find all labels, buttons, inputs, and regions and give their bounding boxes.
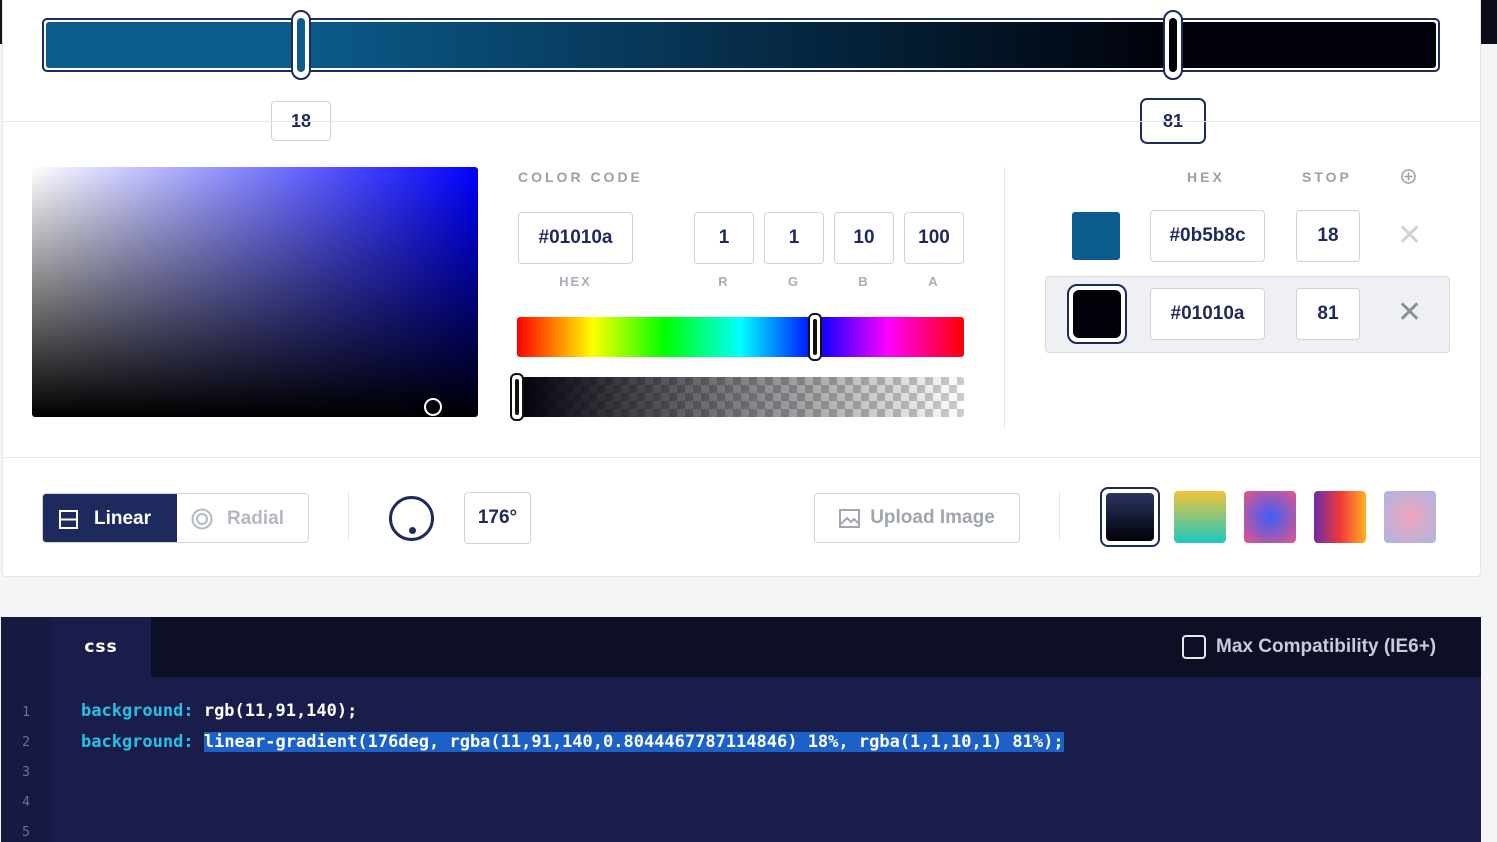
alpha-slider[interactable] bbox=[517, 377, 964, 417]
linear-icon bbox=[59, 509, 78, 529]
color-code-title: COLOR CODE bbox=[518, 169, 643, 185]
hue-slider-handle[interactable] bbox=[808, 313, 823, 361]
a-label: A bbox=[928, 274, 940, 289]
a-input[interactable]: 100 bbox=[904, 212, 964, 264]
divider bbox=[348, 491, 349, 541]
divider bbox=[2, 457, 1480, 458]
tab-css[interactable]: css bbox=[51, 617, 151, 677]
divider bbox=[2, 121, 1480, 122]
preset-swatch-purple-orange[interactable] bbox=[1314, 491, 1366, 543]
stop-hex-input-1[interactable]: #0b5b8c bbox=[1150, 210, 1265, 262]
preset-swatch-navy[interactable] bbox=[1100, 487, 1160, 547]
radial-icon bbox=[191, 508, 213, 530]
close-icon[interactable]: ✕ bbox=[1397, 221, 1422, 251]
saturation-value-picker[interactable] bbox=[32, 167, 478, 417]
sv-cursor[interactable] bbox=[424, 398, 442, 416]
hue-slider[interactable] bbox=[517, 317, 964, 357]
css-property: background: bbox=[81, 732, 194, 752]
hex-label: HEX bbox=[559, 274, 592, 289]
preset-swatch-yellow-teal[interactable] bbox=[1174, 491, 1226, 543]
gradient-preview-bar[interactable] bbox=[42, 18, 1440, 72]
stop-handle-1[interactable] bbox=[291, 10, 311, 80]
preset-swatch-radial-pink-lavender[interactable] bbox=[1384, 491, 1436, 543]
r-input[interactable]: 1 bbox=[694, 212, 754, 264]
css-property: background: bbox=[81, 701, 194, 721]
line-number: 5 bbox=[22, 825, 30, 840]
css-value: rgb(11,91,140); bbox=[193, 701, 358, 721]
hex-column-header: HEX bbox=[1187, 169, 1225, 185]
b-input[interactable]: 10 bbox=[834, 212, 894, 264]
line-number: 1 bbox=[22, 705, 30, 720]
r-label: R bbox=[718, 274, 730, 289]
linear-label: Linear bbox=[94, 508, 152, 529]
radial-label: Radial bbox=[227, 508, 285, 529]
linear-button[interactable]: Linear bbox=[43, 494, 177, 542]
gradient-fill bbox=[46, 22, 1436, 68]
gradient-generator: 18 81 COLOR CODE #01010a HEX 1 1 10 100 … bbox=[0, 0, 1497, 842]
preset-fill bbox=[1106, 493, 1154, 541]
g-input[interactable]: 1 bbox=[764, 212, 824, 264]
upload-image-label: Upload Image bbox=[870, 507, 995, 528]
css-value-selected: linear-gradient(176deg, rgba(11,91,140,0… bbox=[203, 732, 1064, 752]
divider bbox=[1004, 167, 1005, 429]
max-compatibility-toggle[interactable]: Max Compatibility (IE6+) bbox=[1182, 635, 1436, 659]
line-number: 2 bbox=[22, 735, 30, 750]
b-label: B bbox=[858, 274, 870, 289]
angle-dial-knob[interactable] bbox=[409, 527, 416, 534]
line-number: 4 bbox=[22, 795, 30, 810]
upload-image-button[interactable]: Upload Image bbox=[814, 493, 1020, 543]
divider bbox=[1059, 491, 1060, 541]
gradient-type-toggle: Linear Radial bbox=[42, 493, 309, 543]
stop-position-input-1[interactable]: 18 bbox=[1296, 210, 1360, 262]
stop-column-header: STOP bbox=[1302, 169, 1352, 185]
stop-handle-2[interactable] bbox=[1163, 10, 1183, 80]
compat-label: Max Compatibility (IE6+) bbox=[1216, 636, 1437, 657]
angle-input[interactable]: 176° bbox=[464, 492, 531, 544]
preset-swatch-radial-blue-pink[interactable] bbox=[1244, 491, 1296, 543]
code-line-1[interactable]: background: rgb(11,91,140); bbox=[81, 701, 357, 721]
stop-swatch-1[interactable] bbox=[1072, 212, 1120, 260]
code-output-panel: css Max Compatibility (IE6+) 1 2 3 4 5 b… bbox=[1, 617, 1481, 842]
line-number: 3 bbox=[22, 765, 30, 780]
compat-checkbox[interactable] bbox=[1182, 635, 1206, 659]
swatch-color bbox=[1073, 290, 1121, 338]
close-icon[interactable]: ✕ bbox=[1397, 298, 1422, 328]
stop-position-input-2[interactable]: 81 bbox=[1296, 288, 1360, 340]
stop-swatch-2[interactable] bbox=[1067, 284, 1127, 344]
image-icon bbox=[839, 508, 861, 529]
g-label: G bbox=[787, 274, 801, 289]
angle-dial[interactable] bbox=[389, 496, 434, 541]
alpha-slider-handle[interactable] bbox=[510, 373, 524, 421]
plus-circle-icon[interactable] bbox=[1400, 168, 1417, 185]
stop-handle-color bbox=[1169, 18, 1177, 72]
code-line-2[interactable]: background: linear-gradient(176deg, rgba… bbox=[81, 732, 1064, 752]
stop-handle-color bbox=[297, 18, 305, 72]
radial-button[interactable]: Radial bbox=[177, 494, 308, 542]
stop-hex-input-2[interactable]: #01010a bbox=[1150, 288, 1265, 340]
hex-input[interactable]: #01010a bbox=[518, 212, 633, 264]
window-edge-right bbox=[1481, 0, 1497, 44]
